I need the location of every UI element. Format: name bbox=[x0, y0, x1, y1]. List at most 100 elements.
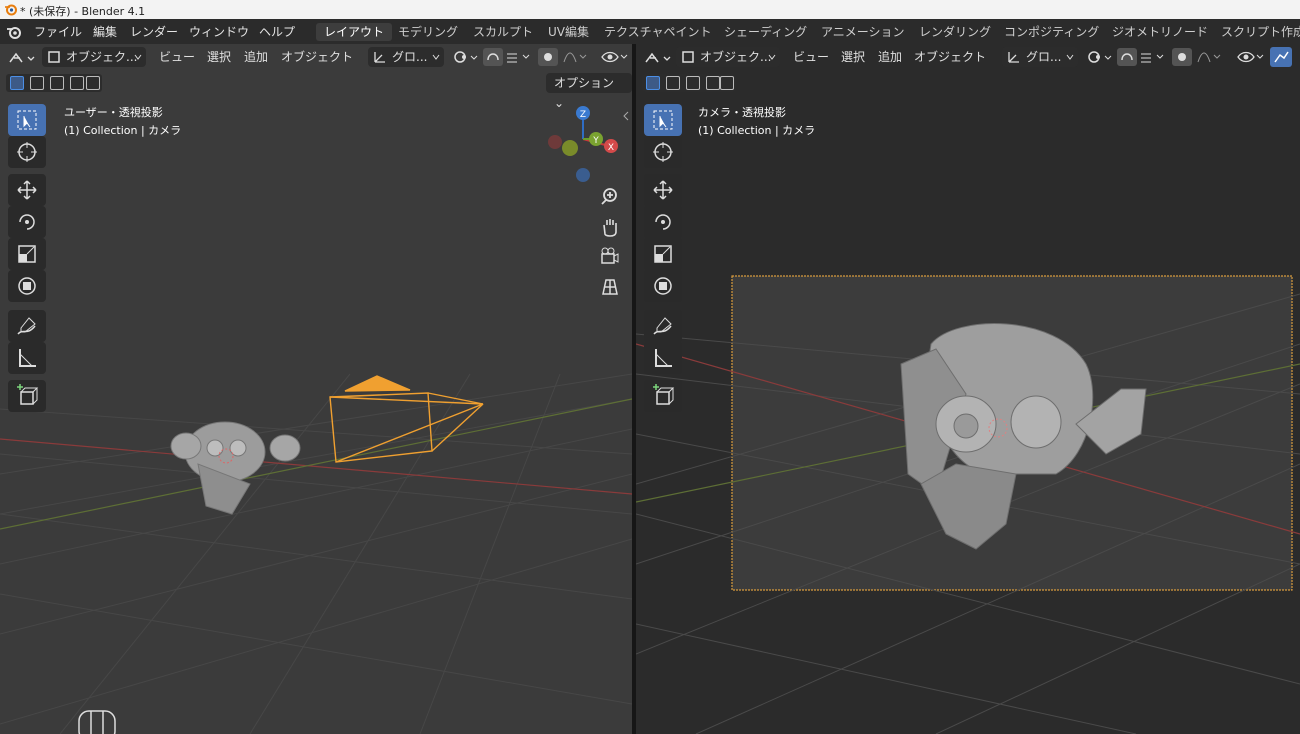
tool-measure[interactable] bbox=[644, 342, 682, 374]
proportional-edit-icon[interactable] bbox=[1172, 48, 1222, 66]
pivot-icon[interactable] bbox=[1086, 49, 1114, 65]
tab-uv-editing[interactable]: UV編集 bbox=[540, 23, 597, 41]
tool-transform[interactable] bbox=[644, 270, 682, 302]
mode-label: オブジェク... bbox=[700, 50, 772, 64]
visibility-icon[interactable] bbox=[1236, 48, 1266, 66]
camera-view-button[interactable] bbox=[597, 244, 623, 270]
menu-window[interactable]: ウィンドウ bbox=[189, 23, 249, 40]
viewport-camera-perspective[interactable]: オブジェク... ビュー 選択 追加 オブジェクト グロ... カメラ・透視投影… bbox=[636, 44, 1300, 734]
tool-add-cube[interactable] bbox=[644, 380, 682, 412]
tool-annotate[interactable] bbox=[644, 310, 682, 342]
selection-mode-group bbox=[6, 74, 102, 92]
tab-layout[interactable]: レイアウト bbox=[316, 23, 393, 41]
select-mode-difference-icon[interactable] bbox=[70, 76, 84, 90]
selection-mode-group bbox=[642, 74, 736, 92]
chevron-down-icon bbox=[432, 54, 440, 60]
menu-add[interactable]: 追加 bbox=[878, 48, 902, 66]
tab-sculpt[interactable]: スカルプト bbox=[465, 23, 541, 41]
menu-view[interactable]: ビュー bbox=[793, 48, 829, 66]
sidebar-toggle-icon[interactable] bbox=[622, 110, 630, 122]
transform-icon bbox=[18, 277, 36, 295]
menu-object[interactable]: オブジェクト bbox=[914, 48, 986, 66]
scale-icon bbox=[18, 245, 36, 263]
tool-move[interactable] bbox=[644, 174, 682, 206]
object-mode-icon bbox=[48, 51, 60, 63]
tool-add-cube[interactable] bbox=[8, 380, 46, 412]
menu-file[interactable]: ファイル bbox=[34, 23, 82, 40]
editor-type-icon[interactable] bbox=[8, 49, 36, 67]
viewport-user-perspective[interactable]: オブジェク... ビュー 選択 追加 オブジェクト グロ... オプション ⌄ bbox=[0, 44, 632, 734]
add-cube-icon bbox=[653, 384, 675, 405]
menu-edit[interactable]: 編集 bbox=[93, 23, 117, 40]
gizmo-z-label: Z bbox=[580, 110, 586, 120]
tool-measure[interactable] bbox=[8, 342, 46, 374]
tab-compositing[interactable]: コンポジティング bbox=[996, 23, 1107, 41]
tool-move[interactable] bbox=[8, 174, 46, 206]
object-mode-icon bbox=[682, 51, 694, 63]
tool-rotate[interactable] bbox=[644, 206, 682, 238]
snap-icon[interactable] bbox=[483, 48, 533, 66]
select-mode-intersect-icon[interactable] bbox=[720, 76, 734, 90]
tab-shading[interactable]: シェーディング bbox=[716, 23, 815, 41]
mode-dropdown[interactable]: オブジェク... bbox=[42, 47, 146, 67]
tab-animation[interactable]: アニメーション bbox=[813, 23, 913, 41]
tab-geometry-nodes[interactable]: ジオメトリノード bbox=[1104, 23, 1216, 41]
gizmo-neg-y-icon[interactable] bbox=[562, 140, 578, 156]
menu-select[interactable]: 選択 bbox=[841, 48, 865, 66]
options-dropdown[interactable]: オプション ⌄ bbox=[546, 73, 632, 110]
tool-cursor[interactable] bbox=[644, 136, 682, 168]
tool-rotate[interactable] bbox=[8, 206, 46, 238]
gizmo-toggle-icon[interactable] bbox=[1270, 47, 1294, 67]
select-mode-difference-icon[interactable] bbox=[706, 76, 720, 90]
select-mode-new-icon[interactable] bbox=[10, 76, 24, 90]
tab-rendering[interactable]: レンダリング bbox=[911, 23, 999, 41]
right-scene-canvas bbox=[636, 44, 1300, 734]
tool-select-box[interactable] bbox=[644, 104, 682, 136]
annotate-icon bbox=[17, 317, 36, 335]
left-viewport-header: オブジェク... ビュー 選択 追加 オブジェクト グロ... bbox=[0, 44, 632, 70]
menu-help[interactable]: ヘルプ bbox=[259, 23, 295, 40]
select-mode-subtract-icon[interactable] bbox=[686, 76, 700, 90]
editor-type-icon[interactable] bbox=[644, 49, 672, 67]
tool-transform[interactable] bbox=[8, 270, 46, 302]
select-mode-new-icon[interactable] bbox=[646, 76, 660, 90]
menu-add[interactable]: 追加 bbox=[244, 48, 268, 66]
proportional-edit-icon[interactable] bbox=[538, 48, 588, 66]
transform-orientation-dropdown[interactable]: グロ... bbox=[1002, 47, 1078, 67]
menu-view[interactable]: ビュー bbox=[159, 48, 195, 66]
navigation-gizmo[interactable]: Z Y X bbox=[540, 102, 630, 192]
pan-button[interactable] bbox=[597, 214, 623, 240]
pivot-icon[interactable] bbox=[452, 49, 480, 65]
zoom-button[interactable] bbox=[597, 184, 623, 210]
window-titlebar: * (未保存) - Blender 4.1 bbox=[0, 0, 1300, 19]
tool-cursor[interactable] bbox=[8, 136, 46, 168]
gizmo-neg-z-icon[interactable] bbox=[576, 168, 590, 182]
tool-scale[interactable] bbox=[8, 238, 46, 270]
select-box-icon bbox=[17, 110, 37, 130]
menu-object[interactable]: オブジェクト bbox=[281, 48, 353, 66]
transform-orientation-dropdown[interactable]: グロ... bbox=[368, 47, 444, 67]
menu-render[interactable]: レンダー bbox=[130, 23, 178, 40]
menu-select[interactable]: 選択 bbox=[207, 48, 231, 66]
gizmo-neg-x-icon[interactable] bbox=[548, 135, 562, 149]
left-scene-canvas bbox=[0, 373, 632, 734]
tab-texture-paint[interactable]: テクスチャペイント bbox=[596, 23, 720, 41]
zoom-icon bbox=[601, 188, 617, 205]
tool-scale[interactable] bbox=[644, 238, 682, 270]
blender-menu-icon[interactable] bbox=[6, 24, 22, 40]
tab-scripting[interactable]: スクリプト作成 bbox=[1213, 23, 1300, 41]
tool-select-box[interactable] bbox=[8, 104, 46, 136]
select-box-icon bbox=[653, 110, 673, 130]
visibility-icon[interactable] bbox=[600, 48, 630, 66]
select-mode-intersect-icon[interactable] bbox=[86, 76, 100, 90]
select-mode-extend-icon[interactable] bbox=[30, 76, 44, 90]
ortho-toggle-button[interactable] bbox=[597, 274, 623, 300]
timeline-handle-icon[interactable] bbox=[78, 710, 116, 734]
top-menubar: ファイル 編集 レンダー ウィンドウ ヘルプ レイアウト モデリング スカルプト… bbox=[0, 19, 1300, 44]
tool-annotate[interactable] bbox=[8, 310, 46, 342]
select-mode-extend-icon[interactable] bbox=[666, 76, 680, 90]
mode-dropdown[interactable]: オブジェク... bbox=[676, 47, 780, 67]
snap-icon[interactable] bbox=[1117, 48, 1167, 66]
select-mode-subtract-icon[interactable] bbox=[50, 76, 64, 90]
tab-modeling[interactable]: モデリング bbox=[390, 23, 466, 41]
